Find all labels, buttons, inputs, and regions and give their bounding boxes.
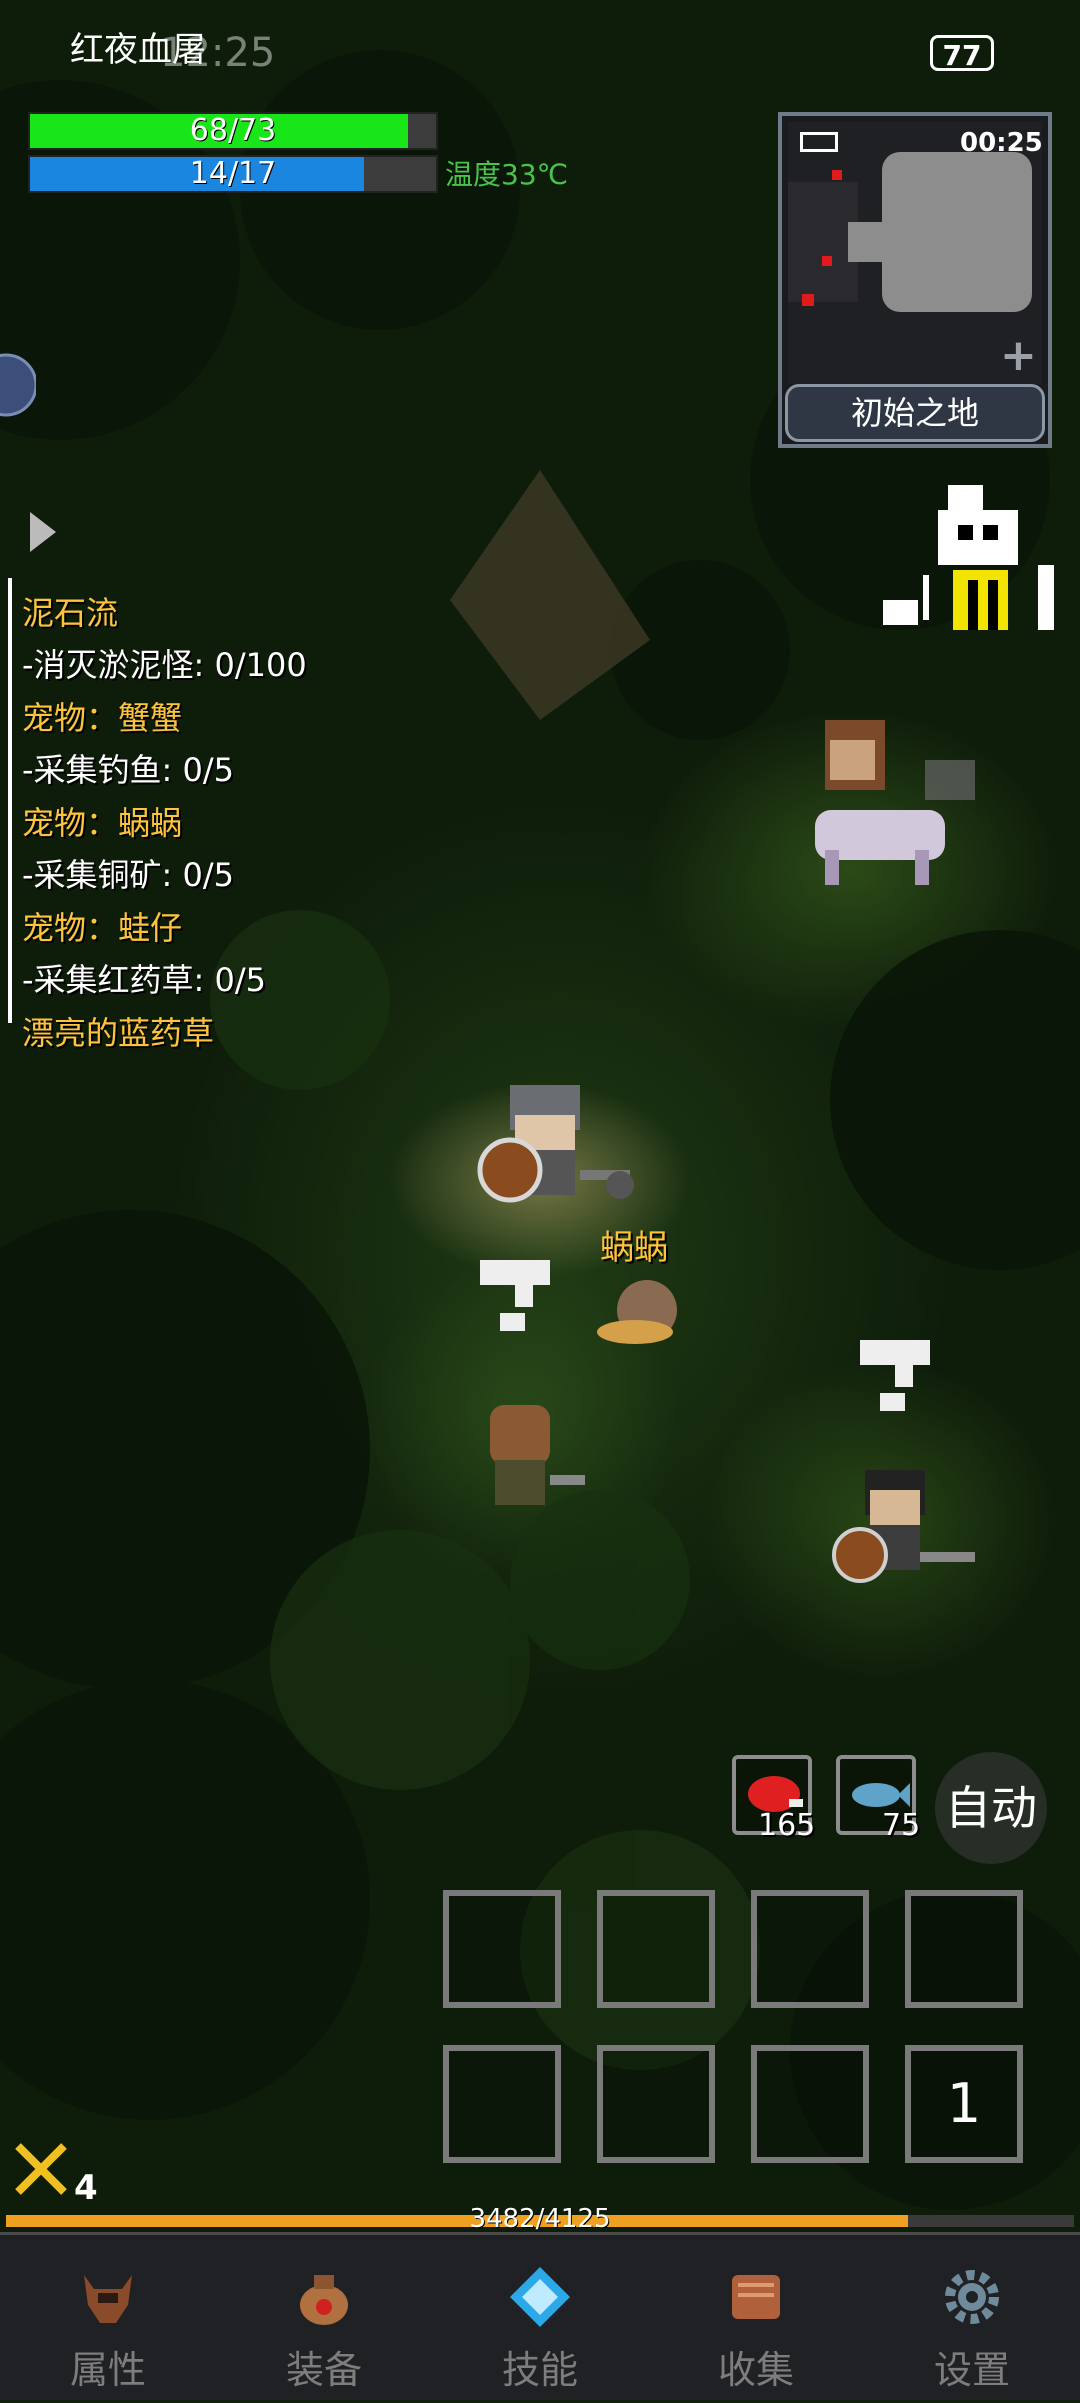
- skill-slot[interactable]: [443, 2045, 561, 2163]
- boss-monster[interactable]: [878, 485, 1058, 635]
- pet-name-label: 蜗蜗: [600, 1228, 668, 1268]
- skill-slot[interactable]: [597, 2045, 715, 2163]
- quest-marker-icon[interactable]: [855, 1335, 935, 1415]
- battery-indicator: 77: [930, 35, 994, 72]
- crystal-icon: [510, 2267, 570, 2327]
- quest-title: 宠物：蛙仔: [22, 909, 183, 947]
- nav-item-attributes[interactable]: 属性: [0, 2235, 216, 2403]
- hp-bar: 68/73: [28, 112, 438, 150]
- helmet-icon: [84, 2275, 132, 2323]
- zone-name-button[interactable]: 初始之地: [785, 384, 1045, 442]
- nav-item-skills[interactable]: 技能: [432, 2235, 648, 2403]
- nav-item-equipment[interactable]: 装备: [216, 2235, 432, 2403]
- experience-text: 3482/4125: [469, 2204, 611, 2234]
- hp-text: 68/73: [189, 113, 277, 148]
- nav-label: 属性: [69, 2348, 146, 2392]
- fish-count: 75: [882, 1808, 921, 1843]
- quest-title: 宠物：蟹蟹: [22, 699, 183, 737]
- snail-pet[interactable]: [595, 1270, 685, 1350]
- collapse-quests-icon[interactable]: [28, 510, 58, 554]
- quest-task: -采集红药草: 0/5: [22, 961, 267, 999]
- quest-marker-icon[interactable]: [475, 1255, 555, 1335]
- nav-label: 技能: [501, 2348, 578, 2392]
- quest-task: -采集铜矿: 0/5: [22, 856, 235, 894]
- quest-task: -消灭淤泥怪: 0/100: [22, 646, 307, 684]
- mp-bar: 14/17: [28, 155, 438, 193]
- auto-button[interactable]: 自动: [935, 1752, 1047, 1864]
- nav-label: 收集: [717, 2348, 794, 2392]
- quest-task: -采集钓鱼: 0/5: [22, 751, 235, 789]
- player-character[interactable]: [470, 1075, 640, 1215]
- bag-icon: [300, 2275, 348, 2325]
- mounted-npc[interactable]: [785, 700, 985, 890]
- side-timer-badge[interactable]: [0, 350, 36, 420]
- clock-text: 12:25: [160, 30, 276, 76]
- skill-slot[interactable]: [905, 1890, 1023, 2008]
- temperature-text: 温度33℃: [445, 158, 569, 191]
- quest-title: 泥石流: [22, 594, 119, 632]
- book-icon: [732, 2275, 780, 2319]
- skill-slot[interactable]: [751, 2045, 869, 2163]
- bottom-navigation: 属性 装备 技能 收集 设置: [0, 2232, 1080, 2400]
- minimap-time: 00:25: [960, 128, 1043, 158]
- villager-npc[interactable]: [470, 1400, 590, 1510]
- skill-slot[interactable]: [751, 1890, 869, 2008]
- plus-icon[interactable]: +: [1000, 330, 1037, 381]
- nav-item-collection[interactable]: 收集: [648, 2235, 864, 2403]
- warrior-npc[interactable]: [830, 1460, 980, 1590]
- skill-page-button[interactable]: 1: [905, 2045, 1023, 2163]
- skill-slot[interactable]: [443, 1890, 561, 2008]
- skill-slot[interactable]: [597, 1890, 715, 2008]
- mp-text: 14/17: [189, 156, 277, 191]
- crossed-swords-icon: [15, 2143, 67, 2195]
- meat-count: 165: [758, 1808, 816, 1843]
- level-value: 4: [74, 2168, 98, 2208]
- nav-label: 设置: [933, 2348, 1010, 2392]
- gear-icon: [945, 2270, 999, 2324]
- nav-item-settings[interactable]: 设置: [864, 2235, 1080, 2403]
- nav-label: 装备: [285, 2348, 362, 2392]
- quest-tracker[interactable]: 泥石流 -消灭淤泥怪: 0/100 宠物：蟹蟹 -采集钓鱼: 0/5 宠物：蜗蜗…: [0, 578, 360, 1068]
- quest-title: 宠物：蜗蜗: [22, 804, 183, 842]
- quest-title: 漂亮的蓝药草: [22, 1014, 215, 1052]
- battery-icon: [800, 132, 838, 152]
